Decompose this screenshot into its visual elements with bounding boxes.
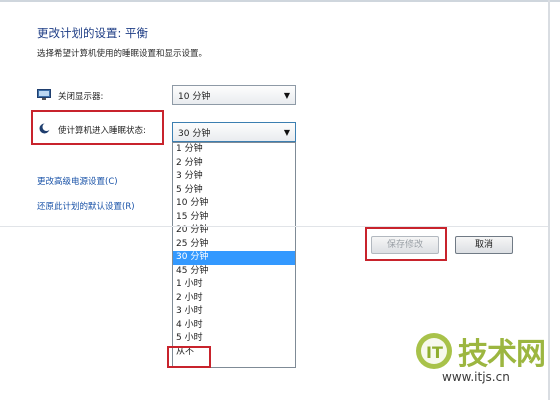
page-title: 更改计划的设置: 平衡 [37, 26, 149, 40]
monitor-icon [37, 89, 51, 100]
page-subtitle: 选择希望计算机使用的睡眠设置和显示设置。 [37, 49, 208, 59]
watermark-url: www.itjs.cn [442, 370, 510, 384]
dropdown-option[interactable]: 3 小时 [173, 305, 295, 319]
sleep-value: 30 分钟 [178, 129, 211, 139]
dropdown-option-selected[interactable]: 30 分钟 [173, 251, 295, 265]
never-option-highlight [167, 346, 211, 368]
sleep-dropdown-list[interactable]: 1 分钟 2 分钟 3 分钟 5 分钟 10 分钟 15 分钟 20 分钟 25… [172, 142, 296, 368]
save-button-highlight [365, 227, 447, 261]
dropdown-option[interactable]: 3 分钟 [173, 170, 295, 184]
advanced-power-settings-link[interactable]: 更改高级电源设置(C) [37, 175, 118, 187]
dropdown-option[interactable]: 5 分钟 [173, 184, 295, 198]
dropdown-option[interactable]: 25 分钟 [173, 238, 295, 252]
dropdown-option[interactable]: 10 分钟 [173, 197, 295, 211]
dropdown-option[interactable]: 15 分钟 [173, 211, 295, 225]
logo-text: IT [426, 343, 443, 362]
window-top-border [0, 0, 560, 2]
dropdown-option[interactable]: 5 小时 [173, 332, 295, 346]
dropdown-option[interactable]: 2 分钟 [173, 157, 295, 171]
cancel-button[interactable]: 取消 [455, 236, 513, 254]
dropdown-option[interactable]: 4 小时 [173, 319, 295, 333]
display-off-label: 关闭显示器: [58, 92, 104, 102]
chevron-down-icon: ▼ [283, 128, 290, 137]
itjs-logo-icon: IT [416, 333, 452, 369]
display-off-value: 10 分钟 [178, 92, 211, 102]
dropdown-option[interactable]: 1 分钟 [173, 143, 295, 157]
sleep-select[interactable]: 30 分钟 ▼ [172, 122, 296, 142]
dropdown-option[interactable]: 45 分钟 [173, 265, 295, 279]
dropdown-option[interactable]: 1 小时 [173, 278, 295, 292]
sleep-label-highlight [31, 110, 164, 145]
display-off-select[interactable]: 10 分钟 ▼ [172, 85, 296, 105]
restore-defaults-link[interactable]: 还原此计划的默认设置(R) [37, 200, 135, 212]
dropdown-option[interactable]: 2 小时 [173, 292, 295, 306]
footer-divider [0, 226, 548, 227]
watermark-title: 技术网 [458, 337, 546, 372]
chevron-down-icon: ▼ [283, 91, 290, 100]
window-right-border [548, 0, 550, 400]
